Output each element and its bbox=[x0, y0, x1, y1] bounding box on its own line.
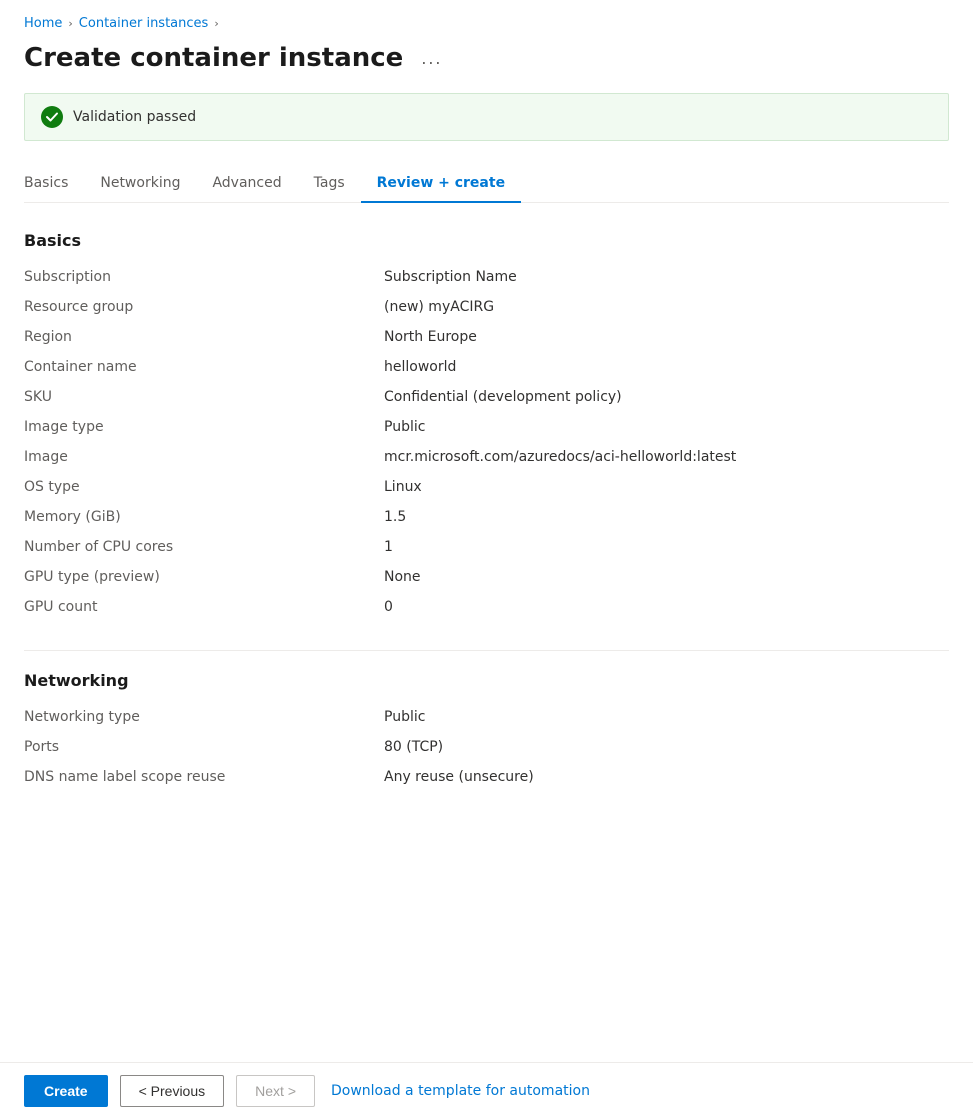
label-cpu-cores: Number of CPU cores bbox=[24, 536, 384, 558]
tab-tags[interactable]: Tags bbox=[298, 165, 361, 203]
create-button[interactable]: Create bbox=[24, 1075, 108, 1107]
value-resource-group: (new) myACIRG bbox=[384, 296, 949, 318]
value-subscription: Subscription Name bbox=[384, 266, 949, 288]
page-title: Create container instance bbox=[24, 43, 403, 73]
tabs: Basics Networking Advanced Tags Review +… bbox=[24, 165, 949, 203]
label-memory: Memory (GiB) bbox=[24, 506, 384, 528]
label-region: Region bbox=[24, 326, 384, 348]
validation-text: Validation passed bbox=[73, 109, 196, 125]
value-networking-type: Public bbox=[384, 706, 949, 728]
value-ports: 80 (TCP) bbox=[384, 736, 949, 758]
value-image: mcr.microsoft.com/azuredocs/aci-hellowor… bbox=[384, 446, 949, 468]
value-region: North Europe bbox=[384, 326, 949, 348]
label-os-type: OS type bbox=[24, 476, 384, 498]
value-dns-scope: Any reuse (unsecure) bbox=[384, 766, 949, 788]
section-divider bbox=[24, 650, 949, 651]
value-cpu-cores: 1 bbox=[384, 536, 949, 558]
value-gpu-type: None bbox=[384, 566, 949, 588]
label-gpu-type: GPU type (preview) bbox=[24, 566, 384, 588]
networking-section-title: Networking bbox=[24, 671, 949, 690]
label-ports: Ports bbox=[24, 736, 384, 758]
breadcrumb-sep-1: › bbox=[68, 17, 72, 30]
ellipsis-button[interactable]: ... bbox=[415, 46, 448, 71]
label-networking-type: Networking type bbox=[24, 706, 384, 728]
download-template-link[interactable]: Download a template for automation bbox=[331, 1083, 590, 1099]
networking-section: Networking Networking type Public Ports … bbox=[24, 671, 949, 788]
breadcrumb-sep-2: › bbox=[214, 17, 218, 30]
basics-field-grid: Subscription Subscription Name Resource … bbox=[24, 266, 949, 618]
next-button: Next > bbox=[236, 1075, 315, 1107]
tab-basics[interactable]: Basics bbox=[24, 165, 84, 203]
label-subscription: Subscription bbox=[24, 266, 384, 288]
basics-section-title: Basics bbox=[24, 231, 949, 250]
bottom-bar: Create < Previous Next > Download a temp… bbox=[0, 1062, 973, 1119]
label-resource-group: Resource group bbox=[24, 296, 384, 318]
basics-section: Basics Subscription Subscription Name Re… bbox=[24, 231, 949, 618]
tab-networking[interactable]: Networking bbox=[84, 165, 196, 203]
value-gpu-count: 0 bbox=[384, 596, 949, 618]
value-image-type: Public bbox=[384, 416, 949, 438]
tab-advanced[interactable]: Advanced bbox=[196, 165, 297, 203]
label-sku: SKU bbox=[24, 386, 384, 408]
value-container-name: helloworld bbox=[384, 356, 949, 378]
label-gpu-count: GPU count bbox=[24, 596, 384, 618]
breadcrumb-container-instances[interactable]: Container instances bbox=[79, 16, 209, 31]
label-image: Image bbox=[24, 446, 384, 468]
validation-banner: Validation passed bbox=[24, 93, 949, 141]
label-container-name: Container name bbox=[24, 356, 384, 378]
networking-field-grid: Networking type Public Ports 80 (TCP) DN… bbox=[24, 706, 949, 788]
previous-button[interactable]: < Previous bbox=[120, 1075, 225, 1107]
breadcrumb: Home › Container instances › bbox=[24, 16, 949, 31]
tab-review-create[interactable]: Review + create bbox=[361, 165, 521, 203]
value-sku: Confidential (development policy) bbox=[384, 386, 949, 408]
review-content: Basics Subscription Subscription Name Re… bbox=[24, 231, 949, 920]
breadcrumb-home[interactable]: Home bbox=[24, 16, 62, 31]
label-image-type: Image type bbox=[24, 416, 384, 438]
label-dns-scope: DNS name label scope reuse bbox=[24, 766, 384, 788]
value-memory: 1.5 bbox=[384, 506, 949, 528]
validation-icon bbox=[41, 106, 63, 128]
value-os-type: Linux bbox=[384, 476, 949, 498]
